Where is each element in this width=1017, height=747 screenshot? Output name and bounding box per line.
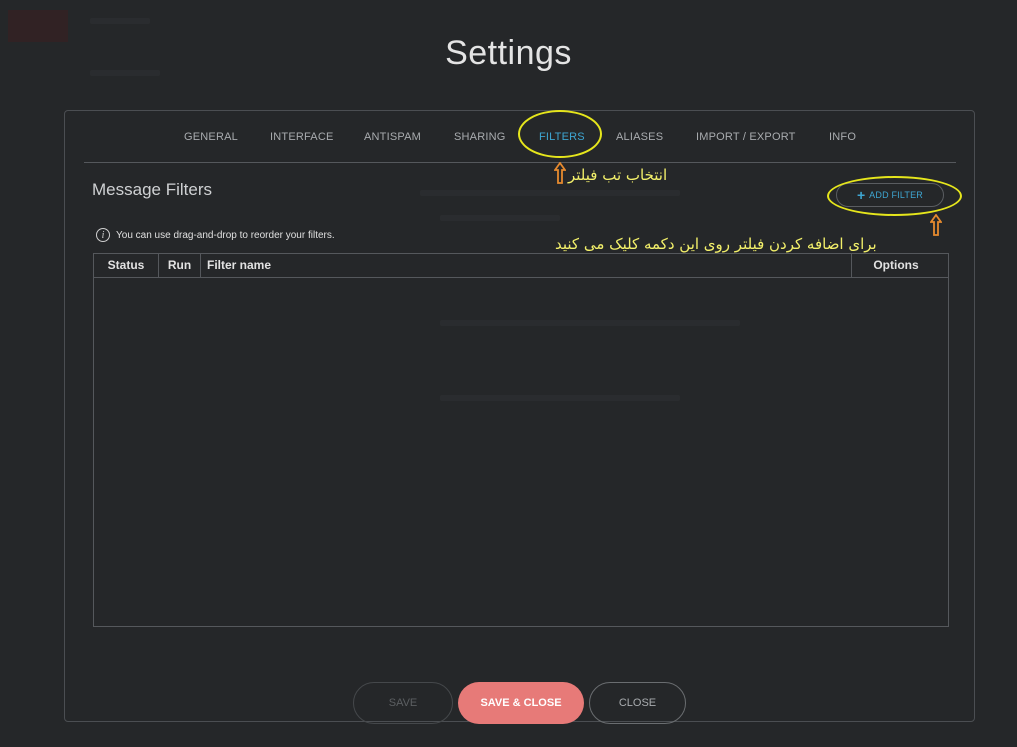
tab-info[interactable]: INFO <box>829 131 856 143</box>
up-arrow-icon <box>930 214 942 236</box>
add-filter-annotation: برای اضافه کردن فیلتر روی این دکمه کلیک … <box>555 235 877 253</box>
tab-sharing[interactable]: SHARING <box>454 131 506 143</box>
drag-hint: i You can use drag-and-drop to reorder y… <box>96 228 335 242</box>
column-status[interactable]: Status <box>94 254 158 277</box>
tab-antispam[interactable]: ANTISPAM <box>364 131 421 143</box>
section-title: Message Filters <box>92 180 212 199</box>
tab-aliases[interactable]: ALIASES <box>616 131 663 143</box>
info-icon: i <box>96 228 110 242</box>
dialog-title: Settings <box>445 34 572 72</box>
filters-table: Status Run Filter name Options <box>93 253 949 627</box>
save-button[interactable]: SAVE <box>353 682 453 724</box>
column-options[interactable]: Options <box>851 254 940 277</box>
close-button[interactable]: CLOSE <box>589 682 686 724</box>
filters-tab-annotation: انتخاب تب فیلتر <box>568 166 668 184</box>
filters-tab-highlight <box>518 110 602 158</box>
add-filter-highlight <box>827 176 962 216</box>
column-run[interactable]: Run <box>158 254 200 277</box>
table-header: Status Run Filter name Options <box>94 254 948 278</box>
column-filter-name[interactable]: Filter name <box>200 254 852 277</box>
drag-hint-text: You can use drag-and-drop to reorder you… <box>116 229 335 241</box>
tab-interface[interactable]: INTERFACE <box>270 131 334 143</box>
save-close-button[interactable]: SAVE & CLOSE <box>458 682 584 724</box>
up-arrow-icon <box>554 162 566 184</box>
tab-general[interactable]: GENERAL <box>184 131 238 143</box>
tab-import-export[interactable]: IMPORT / EXPORT <box>696 131 796 143</box>
